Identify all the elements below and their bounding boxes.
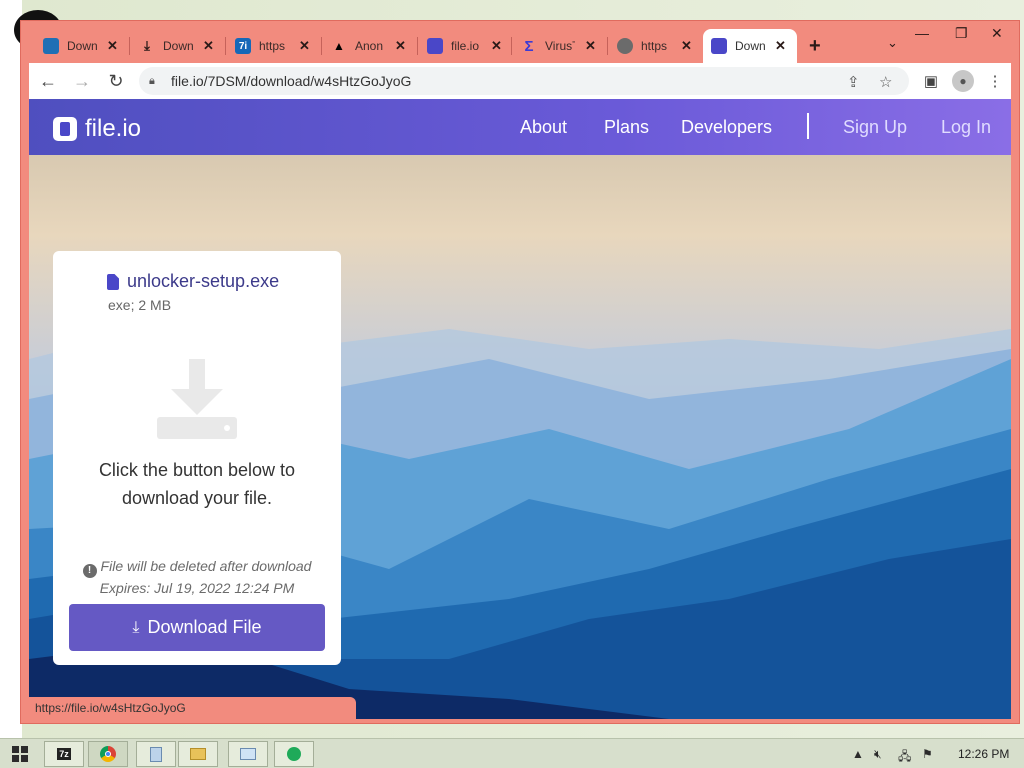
close-icon[interactable]: ✕ — [491, 38, 502, 54]
forward-button[interactable]: → — [67, 66, 97, 96]
lock-icon[interactable]: 🔒︎ — [149, 75, 161, 88]
window-close-button[interactable]: ✕ — [991, 25, 1003, 42]
new-tab-button[interactable]: + — [809, 35, 821, 58]
nav-login[interactable]: Log In — [941, 117, 991, 138]
minimize-button[interactable]: — — [915, 25, 929, 41]
tab-title: https — [259, 39, 286, 53]
nav-signup[interactable]: Sign Up — [843, 117, 907, 138]
download-card: unlocker-setup.exe exe; 2 MB Click the b… — [53, 251, 341, 665]
close-icon[interactable]: ✕ — [299, 38, 310, 54]
back-button[interactable]: ← — [33, 66, 63, 96]
download-button-label: Download File — [147, 617, 262, 637]
download-icon: ⤓ — [144, 38, 150, 53]
message-line-1: Click the button below to — [98, 460, 296, 480]
virustotal-icon: Σ — [524, 37, 534, 55]
download-tray-icon — [157, 359, 237, 439]
taskbar-shield-icon[interactable] — [274, 741, 314, 767]
file-meta: exe; 2 MB — [108, 297, 172, 313]
taskbar-notepad-icon[interactable] — [136, 741, 176, 767]
brand-name: file.io — [85, 115, 142, 142]
reload-button[interactable]: ↻ — [101, 66, 131, 96]
bookmark-star-icon[interactable]: ☆ — [879, 73, 892, 91]
maximize-button[interactable]: ❐ — [955, 25, 968, 42]
network-icon[interactable]: 🖧 — [898, 747, 911, 768]
address-bar[interactable]: 🔒︎ file.io/7DSM/download/w4sHtzGoJyoG ⇪ … — [139, 67, 909, 95]
file-icon — [107, 273, 119, 290]
nav-plans[interactable]: Plans — [604, 117, 649, 138]
tab-title: Down — [163, 39, 193, 53]
menu-kebab-icon[interactable]: ⋮ — [981, 67, 1009, 95]
globe-icon — [617, 38, 633, 54]
taskbar-chrome-icon[interactable] — [88, 741, 128, 767]
info-icon: ! — [82, 564, 97, 578]
download-message: Click the button below to download your … — [77, 456, 317, 512]
share-icon[interactable]: ⇪ — [847, 73, 860, 91]
volume-muted-icon[interactable]: 🔇︎ — [874, 747, 882, 762]
file-name: unlocker-setup.exe — [107, 271, 279, 292]
close-icon[interactable]: ✕ — [775, 38, 786, 54]
tab-title: Anon — [355, 39, 384, 53]
fileio-icon — [711, 38, 727, 54]
download-file-button[interactable]: ⤓ Download File — [69, 604, 325, 651]
nav-developers[interactable]: Developers — [681, 117, 772, 138]
page-viewport: file.io About Plans Developers Sign Up L… — [29, 99, 1011, 719]
tab-2[interactable]: ⤓ Down ✕ — [131, 29, 222, 63]
tab-title: Down — [735, 39, 765, 53]
tab-title: file.io — [451, 39, 480, 53]
tray-chevron-icon[interactable]: ▲ — [852, 747, 864, 761]
side-panel-icon[interactable]: ▣ — [917, 67, 945, 95]
close-icon[interactable]: ✕ — [585, 38, 596, 54]
browser-window: Down ✕ ⤓ Down ✕ 7i https ✕ ▲ Anon ✕ file… — [20, 20, 1020, 724]
nav-about[interactable]: About — [520, 117, 567, 138]
tab-title: VirusT — [545, 39, 575, 53]
taskbar-7zip-icon[interactable]: 7z — [44, 741, 84, 767]
tab-4[interactable]: ▲ Anon ✕ — [323, 29, 414, 63]
deletion-warning: ! File will be deleted after download Exp… — [53, 556, 341, 598]
browser-toolbar: ← → ↻ 🔒︎ file.io/7DSM/download/w4sHtzGoJ… — [29, 63, 1011, 99]
tab-strip: Down ✕ ⤓ Down ✕ 7i https ✕ ▲ Anon ✕ file… — [21, 21, 1021, 63]
fileio-logo-icon — [53, 117, 77, 141]
tab-8-active[interactable]: Down ✕ — [703, 29, 797, 63]
anon-icon: ▲ — [333, 39, 345, 53]
tab-7[interactable]: https ✕ — [609, 29, 700, 63]
profile-button[interactable]: ● — [949, 67, 977, 95]
download-icon: ⤓ — [132, 618, 140, 636]
message-line-2: download your file. — [121, 488, 273, 508]
nav-divider — [807, 113, 809, 139]
brand-logo[interactable]: file.io — [53, 115, 141, 143]
url-text[interactable]: file.io/7DSM/download/w4sHtzGoJyoG — [171, 73, 411, 89]
close-icon[interactable]: ✕ — [681, 38, 692, 54]
warning-text: File will be deleted after download — [100, 558, 312, 574]
file-name-text: unlocker-setup.exe — [127, 271, 280, 291]
start-button[interactable] — [12, 746, 28, 762]
action-center-icon[interactable]: ⚑ — [922, 747, 933, 761]
taskbar-clock[interactable]: 12:26 PM — [958, 747, 1009, 761]
fileio-icon — [427, 38, 443, 54]
avatar: ● — [952, 70, 974, 92]
tab-title: https — [641, 39, 668, 53]
taskbar-image-viewer-icon[interactable] — [228, 741, 268, 767]
close-icon[interactable]: ✕ — [107, 38, 118, 54]
taskbar-explorer-icon[interactable] — [178, 741, 218, 767]
tab-search-chevron-icon[interactable]: ⌄ — [887, 35, 898, 51]
desktop-edge — [0, 0, 62, 738]
site-header: file.io About Plans Developers Sign Up L… — [29, 99, 1011, 155]
tab-6[interactable]: Σ VirusT ✕ — [513, 29, 604, 63]
tab-1[interactable]: Down ✕ — [35, 29, 126, 63]
tab-3[interactable]: 7i https ✕ — [227, 29, 318, 63]
close-icon[interactable]: ✕ — [203, 38, 214, 54]
tab-5[interactable]: file.io ✕ — [419, 29, 510, 63]
close-icon[interactable]: ✕ — [395, 38, 406, 54]
expires-text: Expires: Jul 19, 2022 12:24 PM — [99, 580, 295, 596]
taskbar: 7z ▲ 🔇︎ 🖧 ⚑ 12:26 PM — [0, 738, 1024, 768]
7i-icon: 7i — [235, 38, 251, 54]
page-icon — [43, 38, 59, 54]
status-bar-url: https://file.io/w4sHtzGoJyoG — [29, 697, 356, 719]
tab-title: Down — [67, 39, 97, 53]
